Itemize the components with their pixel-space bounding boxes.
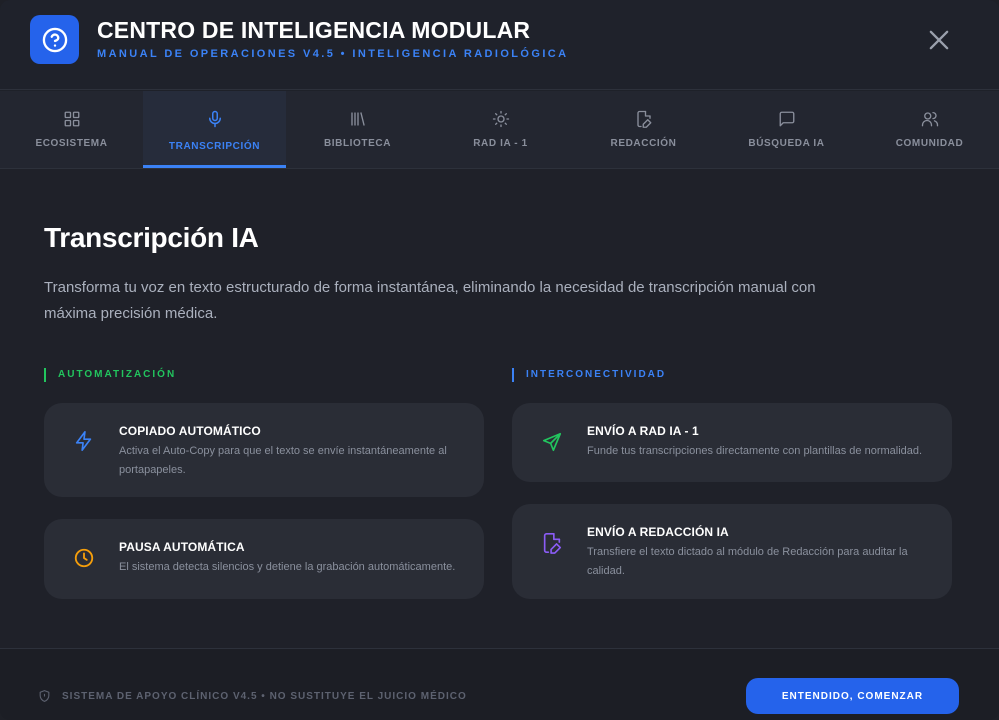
page-title: Transcripción IA — [44, 222, 259, 253]
card-description: Activa el Auto-Copy para que el texto se… — [119, 445, 447, 476]
modal-header: CENTRO DE INTELIGENCIA MODULAR MANUAL DE… — [0, 0, 999, 90]
section-label-automatizacion: AUTOMATIZACIÓN — [44, 367, 176, 383]
tab-busqueda-ia[interactable]: BÚSQUEDA IA — [715, 91, 858, 168]
tab-label: BÚSQUEDA IA — [748, 138, 825, 149]
tab-comunidad[interactable]: COMUNIDAD — [858, 91, 999, 168]
card-title: PAUSA AUTOMÁTICA — [119, 540, 245, 554]
section-label-interconectividad: INTERCONECTIVIDAD — [512, 367, 666, 383]
message-square-icon — [777, 109, 797, 129]
card-title: ENVÍO A REDACCIÓN IA — [587, 525, 729, 539]
tab-label: COMUNIDAD — [895, 138, 964, 149]
tab-redaccion[interactable]: REDACCIÓN — [572, 91, 715, 168]
feature-card-pausa-automatica: PAUSA AUTOMÁTICA El sistema detecta sile… — [44, 519, 484, 599]
library-icon — [348, 109, 368, 129]
help-modal: CENTRO DE INTELIGENCIA MODULAR MANUAL DE… — [0, 0, 999, 720]
tab-label: BIBLIOTECA — [323, 138, 392, 149]
shield-icon — [39, 690, 50, 702]
tab-label: ECOSISTEMA — [35, 138, 108, 149]
disclaimer: SISTEMA DE APOYO CLÍNICO V4.5 • NO SUSTI… — [38, 689, 467, 703]
modal-footer: SISTEMA DE APOYO CLÍNICO V4.5 • NO SUSTI… — [0, 648, 999, 720]
microphone-icon — [205, 109, 225, 129]
feature-card-copiado-automatico: COPIADO AUTOMÁTICO Activa el Auto-Copy p… — [44, 403, 484, 497]
tab-label: TRANSCRIPCIÓN — [168, 141, 261, 152]
help-circle-icon — [30, 15, 79, 64]
tab-label: RAD IA - 1 — [473, 138, 528, 149]
card-title: COPIADO AUTOMÁTICO — [119, 424, 261, 438]
file-edit-icon — [634, 109, 654, 129]
modal-title: CENTRO DE INTELIGENCIA MODULAR — [97, 17, 531, 43]
feature-card-envio-rad-ia: ENVÍO A RAD IA - 1 Funde tus transcripci… — [512, 403, 952, 482]
card-description: Funde tus transcripciones directamente c… — [587, 445, 923, 457]
send-icon — [540, 430, 564, 454]
card-description: El sistema detecta silencios y detiene l… — [119, 561, 456, 573]
page-description: Transforma tu voz en texto estructurado … — [44, 279, 816, 322]
confirm-start-button[interactable]: ENTENDIDO, COMENZAR — [746, 678, 959, 714]
zap-icon — [72, 429, 96, 453]
tab-biblioteca[interactable]: BIBLIOTECA — [286, 91, 429, 168]
sun-icon — [491, 109, 511, 129]
clock-icon — [72, 546, 96, 570]
tab-label: REDACCIÓN — [610, 138, 677, 149]
feature-card-envio-redaccion-ia: ENVÍO A REDACCIÓN IA Transfiere el texto… — [512, 504, 952, 599]
users-icon — [920, 109, 940, 129]
file-edit-icon — [540, 531, 564, 555]
grid-icon — [62, 109, 82, 129]
tab-transcripcion[interactable]: TRANSCRIPCIÓN — [143, 91, 286, 168]
card-title: ENVÍO A RAD IA - 1 — [587, 424, 699, 438]
card-description: Transfiere el texto dictado al módulo de… — [587, 546, 908, 577]
main-content: Transcripción IA Transforma tu voz en te… — [0, 169, 999, 648]
tab-ecosistema[interactable]: ECOSISTEMA — [0, 91, 143, 168]
disclaimer-text: SISTEMA DE APOYO CLÍNICO V4.5 • NO SUSTI… — [62, 690, 467, 702]
tab-rad-ia[interactable]: RAD IA - 1 — [429, 91, 572, 168]
tab-bar: ECOSISTEMA TRANSCRIPCIÓN BIBLIOTECA RAD … — [0, 91, 999, 169]
modal-subtitle: MANUAL DE OPERACIONES V4.5 • INTELIGENCI… — [97, 48, 569, 60]
close-icon[interactable] — [925, 26, 953, 54]
